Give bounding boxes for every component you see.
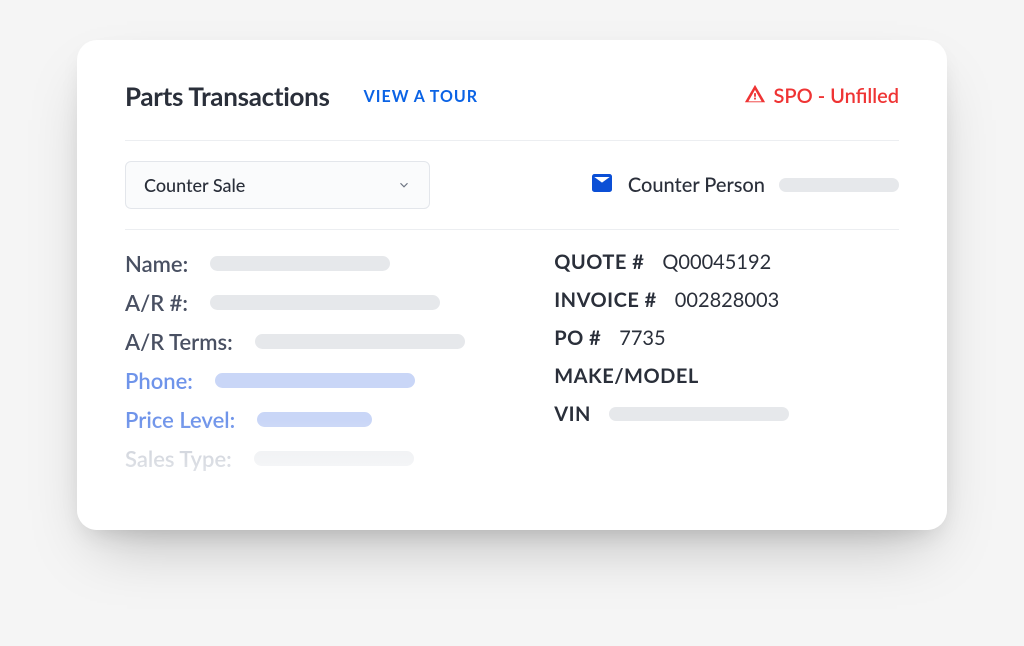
quote-value: Q00045192 [662, 250, 771, 274]
right-column: QUOTE # Q00045192 INVOICE # 002828003 PO… [544, 250, 899, 484]
field-phone[interactable]: Phone: [125, 367, 504, 394]
page-title: Parts Transactions [125, 80, 330, 112]
name-value-placeholder [210, 256, 390, 271]
ar-terms-label: A/R Terms: [125, 328, 233, 355]
ar-number-label: A/R #: [125, 289, 188, 316]
transaction-type-selected: Counter Sale [144, 174, 245, 196]
field-price-level[interactable]: Price Level: [125, 406, 504, 433]
vin-value-placeholder [609, 407, 789, 421]
divider [125, 140, 899, 141]
po-label: PO # [554, 326, 601, 350]
status-badge: SPO - Unfilled [744, 83, 900, 110]
counter-person-label: Counter Person [628, 173, 765, 197]
header-left: Parts Transactions VIEW A TOUR [125, 80, 478, 112]
header-row: Parts Transactions VIEW A TOUR SPO - Unf… [125, 80, 899, 112]
left-column: Name: A/R #: A/R Terms: Phone: Price Lev… [125, 250, 504, 484]
invoice-label: INVOICE # [554, 288, 657, 312]
warning-icon [744, 83, 766, 110]
sales-type-label: Sales Type: [125, 445, 232, 472]
field-make-model: MAKE/MODEL [554, 364, 899, 388]
sales-type-value-placeholder [254, 451, 414, 466]
po-value: 7735 [619, 326, 665, 350]
phone-label: Phone: [125, 367, 193, 394]
field-quote: QUOTE # Q00045192 [554, 250, 899, 274]
counter-person-value-placeholder [779, 178, 899, 192]
price-level-label: Price Level: [125, 406, 235, 433]
field-sales-type: Sales Type: [125, 445, 504, 472]
ar-number-value-placeholder [210, 295, 440, 310]
vin-label: VIN [554, 402, 591, 426]
price-level-value-placeholder [257, 412, 372, 427]
quote-label: QUOTE # [554, 250, 644, 274]
field-ar-number: A/R #: [125, 289, 504, 316]
counter-person-group: Counter Person [590, 171, 899, 200]
field-invoice: INVOICE # 002828003 [554, 288, 899, 312]
status-text: SPO - Unfilled [774, 84, 900, 108]
invoice-value: 002828003 [675, 288, 779, 312]
field-ar-terms: A/R Terms: [125, 328, 504, 355]
view-tour-link[interactable]: VIEW A TOUR [364, 87, 478, 106]
controls-row: Counter Sale Counter Person [125, 161, 899, 209]
divider [125, 229, 899, 230]
field-po: PO # 7735 [554, 326, 899, 350]
envelope-icon[interactable] [590, 171, 614, 200]
parts-transactions-card: Parts Transactions VIEW A TOUR SPO - Unf… [77, 40, 947, 530]
phone-value-placeholder [215, 373, 415, 388]
name-label: Name: [125, 250, 188, 277]
make-model-label: MAKE/MODEL [554, 364, 698, 388]
ar-terms-value-placeholder [255, 334, 465, 349]
info-grid: Name: A/R #: A/R Terms: Phone: Price Lev… [125, 250, 899, 484]
field-name: Name: [125, 250, 504, 277]
field-vin: VIN [554, 402, 899, 426]
chevron-down-icon [397, 174, 411, 196]
transaction-type-select[interactable]: Counter Sale [125, 161, 430, 209]
